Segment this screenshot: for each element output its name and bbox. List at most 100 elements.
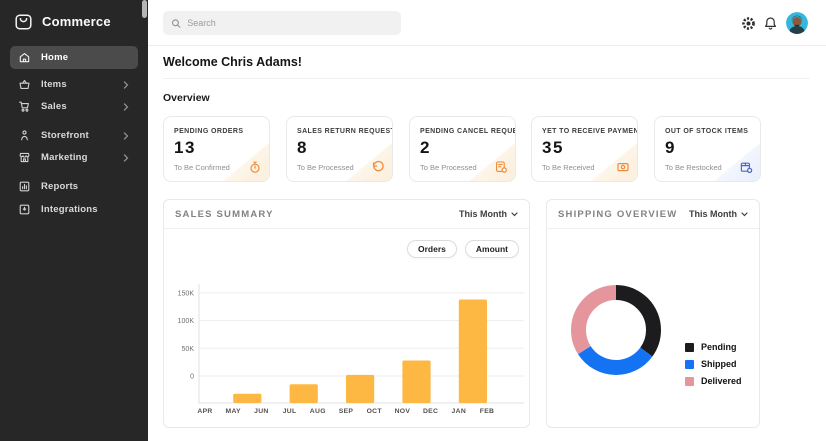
svg-text:JUL: JUL (283, 408, 297, 415)
legend-label: Delivered (701, 376, 742, 386)
panel-title: SALES SUMMARY (175, 209, 274, 220)
topbar-divider (148, 45, 826, 46)
legend-item-pending: Pending (685, 342, 742, 352)
stat-value: 9 (665, 138, 750, 158)
sidebar-item-reports[interactable]: Reports (10, 175, 138, 198)
stat-title: SALES RETURN REQUESTS (297, 128, 382, 135)
chevron-right-icon (122, 153, 130, 163)
svg-text:FEB: FEB (480, 408, 495, 415)
app-logo[interactable]: Commerce (13, 11, 111, 32)
overview-title: Overview (163, 92, 210, 104)
sidebar-item-label: Reports (41, 181, 78, 192)
sidebar-item-integrations[interactable]: Integrations (10, 198, 138, 221)
stat-value: 2 (420, 138, 505, 158)
svg-text:MAY: MAY (226, 408, 242, 415)
stat-title: OUT OF STOCK ITEMS (665, 128, 750, 135)
sales-series-toggles: Orders Amount (407, 240, 519, 258)
stat-title: YET TO RECEIVE PAYMENTS (542, 128, 627, 135)
svg-text:DEC: DEC (423, 408, 438, 415)
rotate-ccw-icon (371, 160, 385, 174)
stock-box-icon (739, 160, 753, 174)
dashboard-screen: Commerce Home Items Sales (0, 0, 826, 441)
stat-title: PENDING ORDERS (174, 128, 259, 135)
chevron-right-icon (122, 131, 130, 141)
chevron-right-icon (122, 102, 130, 112)
basket-icon (18, 78, 31, 91)
sidebar-item-storefront[interactable]: Storefront (10, 124, 138, 147)
stat-value: 35 (542, 138, 627, 158)
shipping-overview-header: SHIPPING OVERVIEW This Month (547, 200, 759, 229)
sales-period-value: This Month (459, 209, 507, 219)
cart-icon (18, 100, 31, 113)
stat-card-payments: YET TO RECEIVE PAYMENTS 35 To Be Receive… (531, 116, 638, 182)
legend-label: Pending (701, 342, 737, 352)
app-title: Commerce (42, 14, 111, 29)
legend-label: Shipped (701, 359, 737, 369)
stat-value: 8 (297, 138, 382, 158)
svg-text:JAN: JAN (452, 408, 467, 415)
svg-text:SEP: SEP (339, 408, 354, 415)
shop-icon (18, 151, 31, 164)
sales-summary-header: SALES SUMMARY This Month (164, 200, 529, 229)
search-icon (171, 18, 181, 29)
stat-card-pending-cancels: PENDING CANCEL REQUESTS 2 To Be Processe… (409, 116, 516, 182)
sidebar-item-label: Storefront (41, 130, 89, 141)
pending-swatch (685, 343, 694, 352)
sidebar: Commerce Home Items Sales (0, 0, 148, 441)
avatar[interactable] (786, 12, 808, 34)
shipped-swatch (685, 360, 694, 369)
amount-toggle-button[interactable]: Amount (465, 240, 519, 258)
sidebar-scrollbar-thumb[interactable] (142, 0, 147, 18)
shipping-legend: Pending Shipped Delivered (685, 342, 742, 386)
delivered-swatch (685, 377, 694, 386)
chevron-down-icon (511, 212, 518, 217)
commerce-bag-icon (13, 11, 34, 32)
sidebar-item-sales[interactable]: Sales (10, 95, 138, 118)
stat-card-sales-returns: SALES RETURN REQUESTS 8 To Be Processed (286, 116, 393, 182)
svg-text:50K: 50K (182, 346, 195, 353)
chevron-down-icon (741, 212, 748, 217)
panel-title: SHIPPING OVERVIEW (558, 209, 677, 220)
stopwatch-icon (248, 160, 262, 174)
home-icon (18, 51, 31, 64)
section-divider (163, 78, 810, 79)
bell-icon[interactable] (763, 16, 778, 31)
svg-text:JUN: JUN (254, 408, 269, 415)
svg-text:OCT: OCT (367, 408, 383, 415)
sidebar-item-label: Integrations (41, 204, 98, 215)
shipping-period-value: This Month (689, 209, 737, 219)
sales-bar-chart: 050K100K150KAPRMAYJUNJULAUGSEPOCTNOVDECJ… (168, 260, 526, 422)
sales-summary-panel: SALES SUMMARY This Month Orders Amount 0… (163, 199, 530, 428)
search-box (163, 11, 401, 35)
sidebar-item-home[interactable]: Home (10, 46, 138, 69)
orders-toggle-button[interactable]: Orders (407, 240, 457, 258)
box-arrow-icon (18, 203, 31, 216)
shipping-donut-chart (547, 229, 761, 429)
person-icon (18, 129, 31, 142)
search-input[interactable] (187, 18, 393, 28)
sidebar-item-label: Marketing (41, 152, 88, 163)
sales-period-dropdown[interactable]: This Month (459, 209, 518, 219)
svg-text:NOV: NOV (395, 408, 411, 415)
shipping-overview-panel: SHIPPING OVERVIEW This Month Pending Shi… (546, 199, 760, 428)
sidebar-item-label: Sales (41, 101, 67, 112)
svg-text:AUG: AUG (310, 408, 326, 415)
avatar-image (786, 12, 808, 34)
sidebar-item-items[interactable]: Items (10, 73, 138, 96)
bar-chart-icon (18, 180, 31, 193)
sidebar-item-label: Items (41, 79, 67, 90)
sidebar-item-label: Home (41, 52, 68, 63)
gear-icon[interactable] (741, 16, 756, 31)
payment-icon (616, 160, 630, 174)
chevron-right-icon (122, 80, 130, 90)
file-gear-icon (494, 160, 508, 174)
shipping-period-dropdown[interactable]: This Month (689, 209, 748, 219)
legend-item-shipped: Shipped (685, 359, 742, 369)
svg-text:APR: APR (197, 408, 212, 415)
stat-value: 13 (174, 138, 259, 158)
welcome-heading: Welcome Chris Adams! (163, 55, 302, 69)
sidebar-item-marketing[interactable]: Marketing (10, 146, 138, 169)
svg-text:100K: 100K (178, 318, 195, 325)
legend-item-delivered: Delivered (685, 376, 742, 386)
stat-card-out-of-stock: OUT OF STOCK ITEMS 9 To Be Restocked (654, 116, 761, 182)
